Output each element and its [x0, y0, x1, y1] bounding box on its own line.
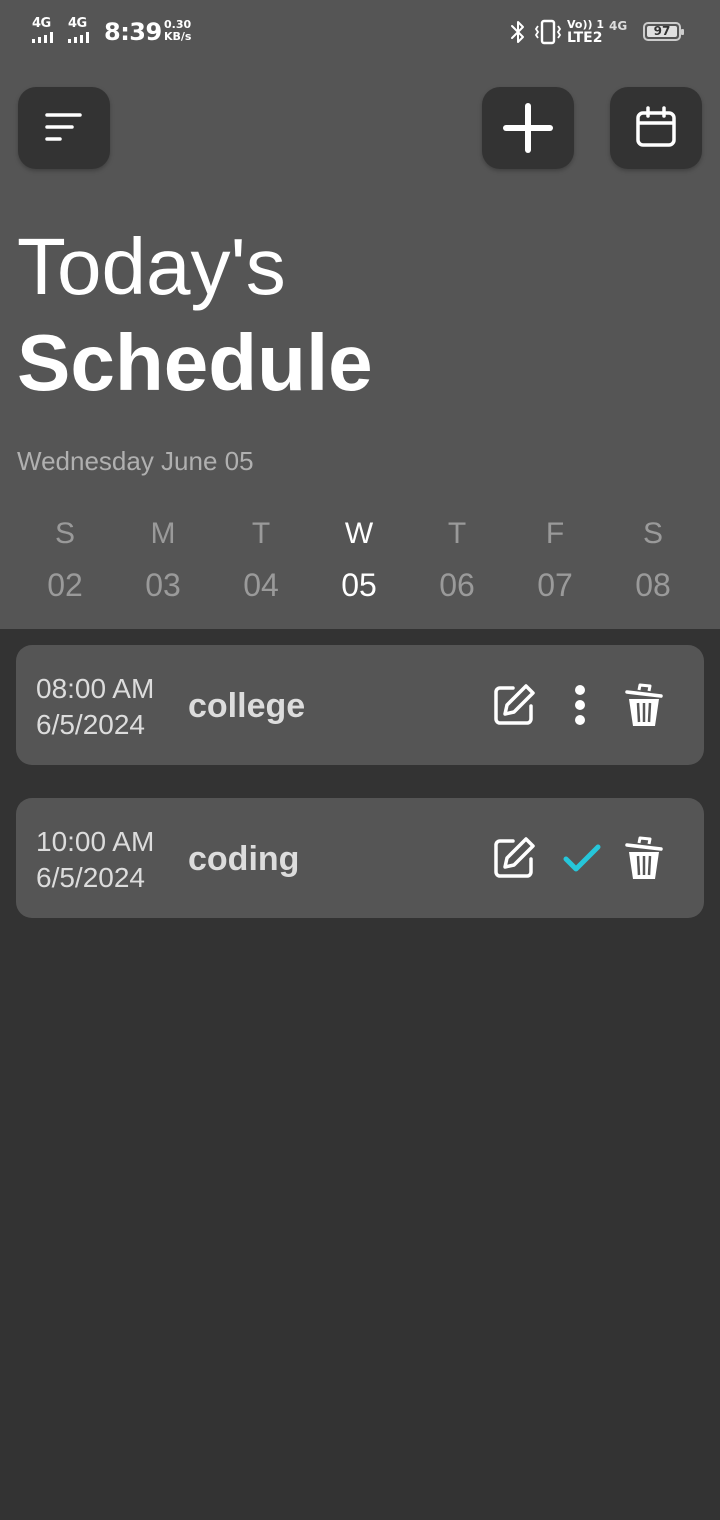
trash-icon — [625, 836, 663, 879]
day-name: T — [251, 517, 271, 550]
edit-button[interactable] — [490, 681, 538, 729]
title-line2: Schedule — [17, 318, 373, 407]
day-date: 08 — [635, 567, 671, 603]
day-item[interactable]: S 08 — [604, 514, 702, 606]
trash-icon — [625, 683, 663, 726]
task-card[interactable]: 10:00 AM 6/5/2024 coding — [16, 798, 704, 918]
day-item[interactable]: F 07 — [506, 514, 604, 606]
volte-indicator: Vo)) 1 LTE2 — [567, 19, 604, 46]
task-card[interactable]: 08:00 AM 6/5/2024 college — [16, 645, 704, 765]
status-time: 8:39 — [104, 18, 162, 46]
task-date: 6/5/2024 — [36, 862, 145, 893]
day-date: 02 — [47, 567, 83, 603]
vibrate-icon — [534, 19, 562, 45]
edit-button[interactable] — [490, 834, 538, 882]
edit-icon — [494, 837, 535, 878]
day-date: 07 — [537, 567, 573, 603]
delete-button[interactable] — [620, 681, 668, 729]
day-name: S — [54, 517, 75, 550]
speed-unit: KB/s — [164, 30, 192, 43]
complete-toggle[interactable] — [558, 834, 606, 882]
day-item-selected[interactable]: W 05 — [310, 514, 408, 606]
calendar-button[interactable] — [610, 87, 702, 169]
volte-line2: LTE2 — [567, 30, 603, 46]
day-date: 04 — [243, 567, 279, 603]
network-speed: 0.30 KB/s — [164, 19, 191, 43]
task-date: 6/5/2024 — [36, 709, 145, 740]
task-time: 10:00 AM — [36, 826, 155, 857]
add-task-button[interactable] — [482, 87, 574, 169]
sim1-signal-icon: 4G — [32, 16, 62, 44]
menu-button[interactable] — [18, 87, 110, 169]
sim2-signal-icon: 4G — [68, 16, 98, 44]
day-date: 06 — [439, 567, 475, 603]
day-name: W — [344, 517, 374, 550]
battery-icon: 97 — [643, 22, 684, 41]
more-vertical-icon — [575, 685, 585, 725]
title-line1: Today's — [17, 222, 286, 311]
day-date: 05 — [341, 567, 377, 603]
task-name: coding — [188, 840, 300, 878]
check-icon — [563, 844, 601, 872]
plus-icon — [503, 103, 553, 153]
day-name: M — [150, 517, 176, 550]
day-name: S — [642, 517, 663, 550]
task-time: 08:00 AM — [36, 673, 155, 704]
edit-icon — [494, 684, 535, 725]
sim1-network-label: 4G — [32, 16, 51, 31]
week-strip: S 02 M 03 T 04 W 05 T 06 F 07 S 08 — [16, 514, 704, 606]
day-date: 03 — [145, 567, 181, 603]
day-name: F — [545, 517, 565, 550]
day-item[interactable]: M 03 — [114, 514, 212, 606]
day-item[interactable]: T 04 — [212, 514, 310, 606]
bluetooth-icon — [511, 21, 524, 43]
task-name: college — [188, 687, 306, 725]
delete-button[interactable] — [620, 834, 668, 882]
calendar-icon — [636, 106, 676, 147]
sim2-network-label: 4G — [68, 16, 87, 31]
battery-level: 97 — [647, 25, 677, 37]
day-item[interactable]: T 06 — [408, 514, 506, 606]
network-right-label: 4G — [609, 19, 628, 33]
status-bar: 4G 4G 8:39 0.30 KB/s Vo)) 1 LTE2 4G 97 — [0, 0, 720, 64]
day-item[interactable]: S 02 — [16, 514, 114, 606]
day-name: T — [447, 517, 467, 550]
current-date: Wednesday June 05 — [17, 446, 254, 476]
sort-menu-icon — [45, 113, 82, 141]
more-options-button[interactable] — [556, 681, 604, 729]
